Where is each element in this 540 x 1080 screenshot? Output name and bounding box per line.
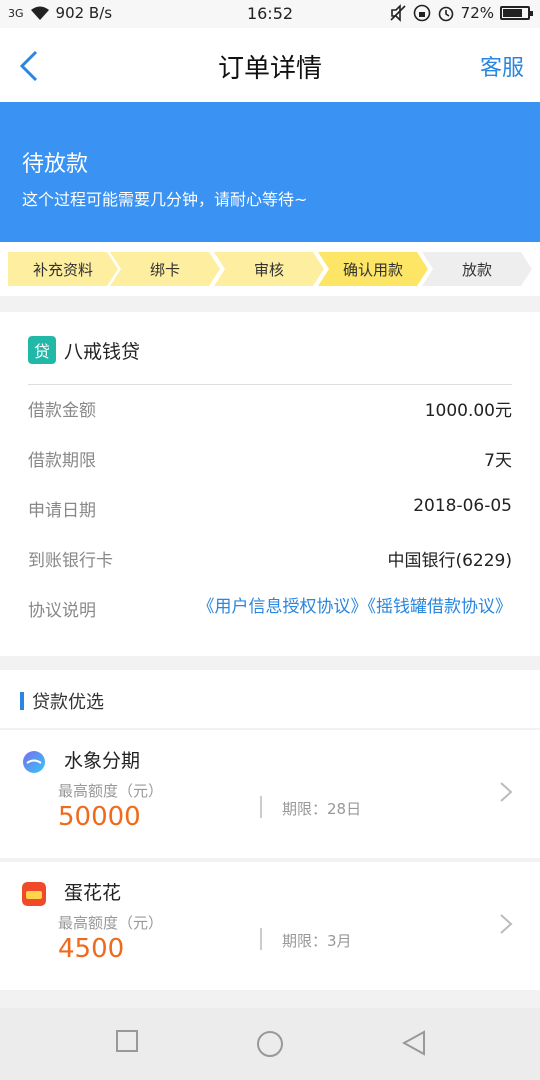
navigation-bar: 订单详情 客服 (0, 28, 540, 102)
system-navigation-bar (0, 1008, 540, 1080)
section-title: 贷款优选 (32, 692, 104, 713)
section-accent-bar (20, 692, 24, 710)
loan-amount-row: 借款金额 1000.00元 (28, 401, 512, 421)
progress-steps: 补充资料 绑卡 审核 确认用款 放款 (0, 242, 540, 296)
max-amount: 50000 (58, 802, 141, 832)
shuixiang-logo-icon (23, 751, 45, 773)
order-info-card: 贷 八戒钱贷 借款金额 1000.00元 借款期限 7天 申请日期 2018-0… (0, 312, 540, 656)
max-amount: 4500 (58, 934, 125, 964)
banner-title: 待放款 (22, 152, 89, 177)
divider (28, 384, 512, 385)
loan-term: 期限：28日 (282, 800, 362, 818)
loan-item-danhuahua[interactable]: 蛋花花 最高额度（元） 4500 期限：3月 (0, 862, 540, 990)
loan-name: 蛋花花 (64, 882, 122, 904)
battery-icon (500, 6, 533, 20)
battery-percent: 72% (460, 4, 494, 22)
loans-section-header: 贷款优选 (0, 670, 540, 728)
loan-name: 水象分期 (64, 750, 141, 772)
alarm-icon (438, 6, 453, 22)
lender-brand: 贷 八戒钱贷 (28, 336, 140, 364)
customer-service-button[interactable]: 客服 (480, 50, 524, 82)
apply-date-row: 申请日期 2018-06-05 (28, 496, 512, 521)
status-bar: 3G 902 B/s 16:52 72% (0, 0, 540, 28)
recent-apps-icon[interactable] (116, 1030, 138, 1052)
chevron-right-icon (500, 914, 513, 934)
step-bind-card: 绑卡 (110, 252, 220, 286)
danhuahua-logo-icon (22, 882, 46, 906)
step-disburse: 放款 (422, 252, 532, 286)
lender-logo-icon: 贷 (28, 336, 56, 364)
step-supplement: 补充资料 (8, 252, 118, 286)
loan-term-row: 借款期限 7天 (28, 451, 512, 471)
back-triangle-icon[interactable] (402, 1030, 426, 1056)
mute-icon (390, 4, 406, 22)
lock-rotation-icon (413, 4, 430, 22)
lender-name: 八戒钱贷 (64, 340, 141, 363)
loan-item-shuixiang[interactable]: 水象分期 最高额度（元） 50000 期限：28日 (0, 730, 540, 858)
chevron-right-icon (500, 782, 513, 802)
agreement-links[interactable]: 《用户信息授权协议》《摇钱罐借款协议》 (182, 596, 513, 618)
separator (260, 796, 262, 818)
banner-subtitle: 这个过程可能需要几分钟，请耐心等待~ (22, 190, 308, 209)
home-icon[interactable] (256, 1030, 284, 1058)
max-amount-label: 最高额度（元） (58, 914, 164, 932)
page-title: 订单详情 (217, 54, 322, 84)
separator (260, 928, 262, 950)
loan-term: 期限：3月 (282, 932, 352, 950)
step-confirm: 确认用款 (318, 252, 428, 286)
step-review: 审核 (214, 252, 324, 286)
bank-card-row: 到账银行卡 中国银行(6229) (28, 551, 512, 571)
status-banner: 待放款 这个过程可能需要几分钟，请耐心等待~ (0, 102, 540, 242)
max-amount-label: 最高额度（元） (58, 782, 164, 800)
